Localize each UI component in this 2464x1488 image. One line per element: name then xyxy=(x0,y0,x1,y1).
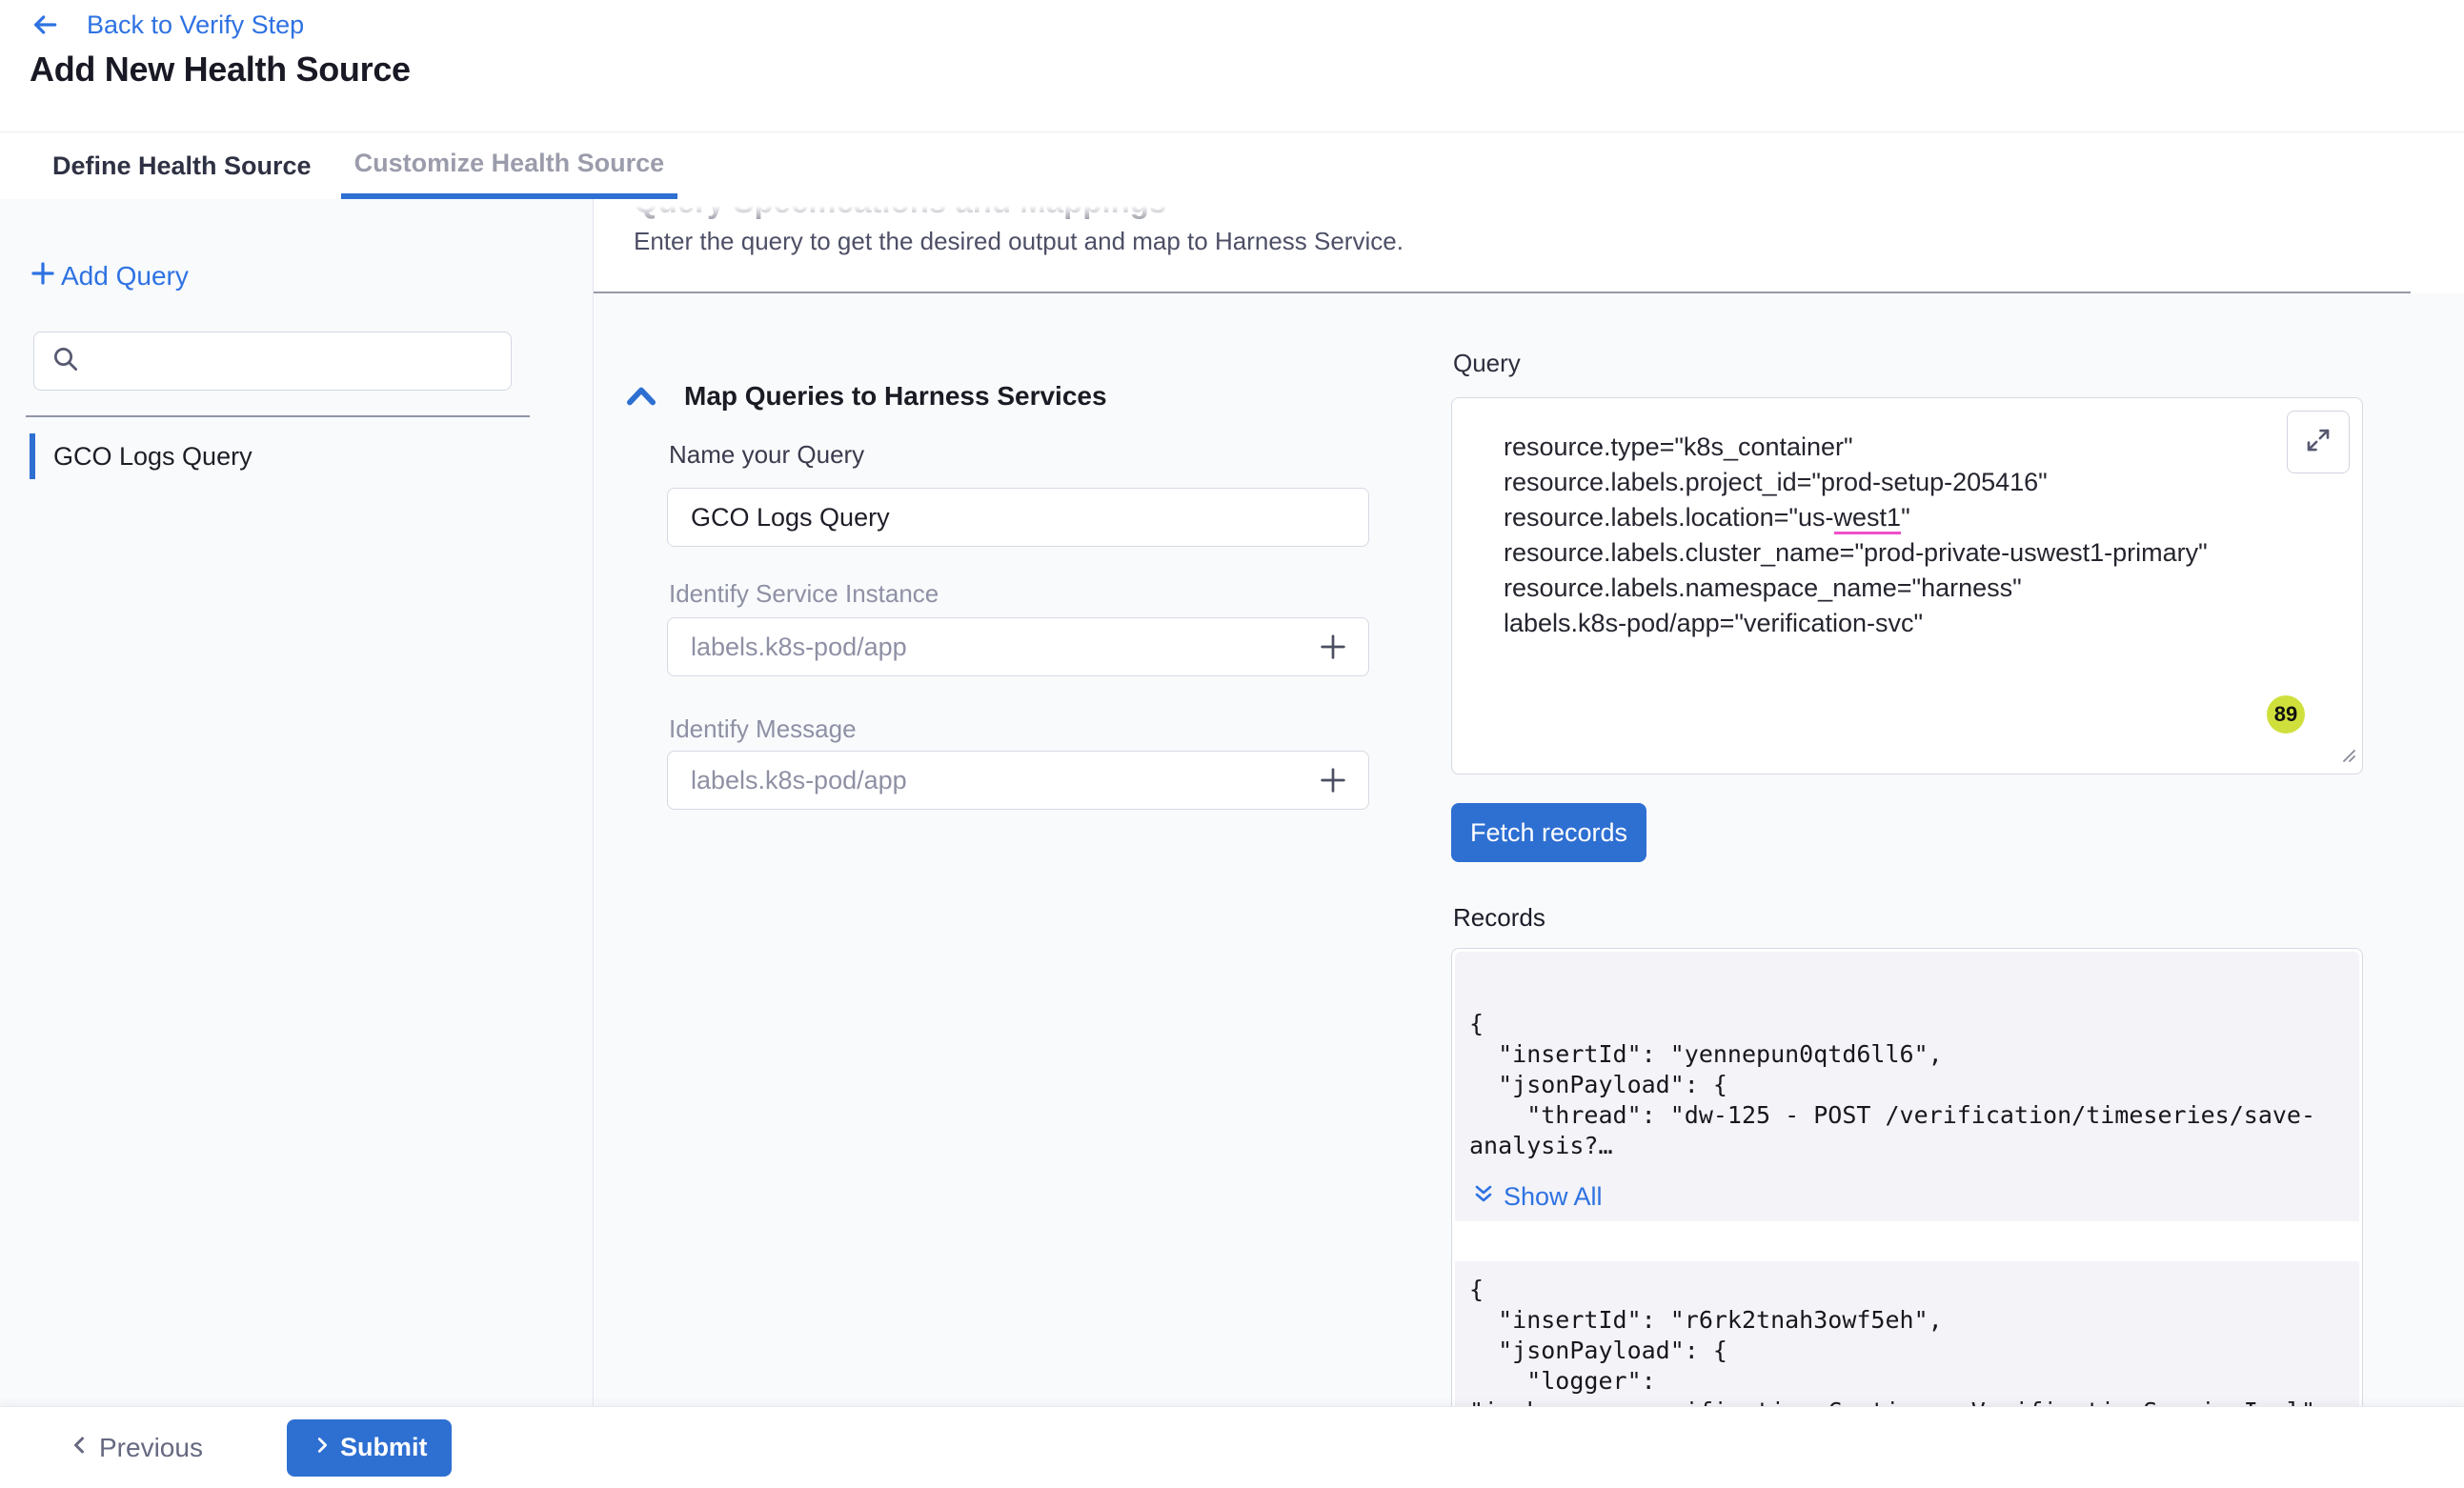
fetch-records-button[interactable]: Fetch records xyxy=(1451,803,1646,862)
submit-button[interactable]: Submit xyxy=(287,1419,453,1477)
map-queries-panel-title: Map Queries to Harness Services xyxy=(684,381,1107,412)
char-count-badge: 89 xyxy=(2267,695,2305,734)
back-link[interactable]: Back to Verify Step xyxy=(30,10,304,40)
wizard-footer: Previous Submit xyxy=(0,1406,2464,1488)
query-sidebar: Add Query GCO Logs Query xyxy=(0,199,594,1406)
show-all-link[interactable]: Show All xyxy=(1472,1182,2346,1212)
sidebar-divider xyxy=(26,415,530,417)
chevron-right-icon xyxy=(312,1435,333,1460)
query-line: resource.labels.cluster_name="prod-priva… xyxy=(1504,535,2267,571)
tab-bar: Define Health Source Customize Health So… xyxy=(0,131,2464,199)
add-health-source-page: Query Specifications and Mappings Enter … xyxy=(0,0,2464,1488)
service-instance-input[interactable]: labels.k8s-pod/app xyxy=(667,617,1369,676)
query-name-input[interactable]: GCO Logs Query xyxy=(667,488,1369,547)
page-header: Back to Verify Step Add New Health Sourc… xyxy=(0,0,2464,131)
fullscreen-icon xyxy=(2304,426,2333,459)
submit-label: Submit xyxy=(340,1433,428,1462)
query-text: resource.type="k8s_container" resource.l… xyxy=(1504,430,2267,641)
back-link-label: Back to Verify Step xyxy=(87,10,304,40)
record-json-line: "jsonPayload": { xyxy=(1469,1336,2346,1366)
double-chevron-down-icon xyxy=(1472,1183,1495,1211)
records-panel: { "insertId": "yennepun0qtd6ll6", "jsonP… xyxy=(1451,948,2363,1481)
record-json-line: "insertId": "yennepun0qtd6ll6", xyxy=(1469,1039,2346,1070)
query-name-value: GCO Logs Query xyxy=(691,503,1349,533)
fetch-records-label: Fetch records xyxy=(1470,818,1627,848)
expand-query-button[interactable] xyxy=(2287,411,2350,473)
plus-icon xyxy=(29,259,57,292)
query-label: Query xyxy=(1453,349,1521,378)
record-json-line: "logger": xyxy=(1469,1366,2346,1397)
page-title: Add New Health Source xyxy=(30,50,411,90)
previous-button[interactable]: Previous xyxy=(69,1433,203,1463)
query-line: resource.labels.namespace_name="harness" xyxy=(1504,571,2267,606)
query-line: labels.k8s-pod/app="verification-svc" xyxy=(1504,606,2267,641)
section-divider xyxy=(594,292,2411,293)
resize-handle[interactable] xyxy=(2335,742,2358,770)
query-textarea[interactable]: resource.type="k8s_container" resource.l… xyxy=(1451,397,2363,774)
selected-indicator-bar xyxy=(30,433,35,479)
record-json-line: "insertId": "r6rk2tnah3owf5eh", xyxy=(1469,1305,2346,1336)
chevron-left-icon xyxy=(69,1434,91,1461)
query-line-with-spellcheck: resource.labels.location="us-west1" xyxy=(1504,500,2267,535)
tab-define-health-source[interactable]: Define Health Source xyxy=(39,132,325,199)
record-json-line: "thread": "dw-125 - POST /verification/t… xyxy=(1469,1100,2346,1131)
tab-customize-health-source[interactable]: Customize Health Source xyxy=(341,132,678,199)
query-line: resource.labels.project_id="prod-setup-2… xyxy=(1504,465,2267,500)
add-service-instance-plus-icon[interactable] xyxy=(1317,631,1349,663)
record-json-line: analysis?… xyxy=(1469,1131,2346,1161)
service-instance-label: Identify Service Instance xyxy=(669,579,939,609)
add-query-label: Add Query xyxy=(61,261,189,292)
add-message-plus-icon[interactable] xyxy=(1317,764,1349,796)
identify-message-value: labels.k8s-pod/app xyxy=(691,766,1317,795)
records-label: Records xyxy=(1453,903,1545,933)
arrow-left-icon xyxy=(30,10,60,40)
sidebar-item-gco-logs-query[interactable]: GCO Logs Query xyxy=(30,433,252,479)
identify-message-input[interactable]: labels.k8s-pod/app xyxy=(667,751,1369,810)
record-json-line: "jsonPayload": { xyxy=(1469,1070,2346,1100)
show-all-label: Show All xyxy=(1504,1182,1603,1212)
scroll-fade-overlay xyxy=(595,199,2464,231)
spellcheck-underline: west1 xyxy=(1834,503,1902,534)
search-input[interactable] xyxy=(91,347,501,376)
previous-label: Previous xyxy=(99,1433,203,1463)
record-item[interactable]: { "insertId": "r6rk2tnah3owf5eh", "jsonP… xyxy=(1455,1261,2359,1414)
collapse-chevron-up-icon[interactable] xyxy=(625,383,657,414)
record-item[interactable]: { "insertId": "yennepun0qtd6ll6", "jsonP… xyxy=(1455,952,2359,1221)
sidebar-item-label: GCO Logs Query xyxy=(53,442,252,472)
search-icon xyxy=(51,345,80,378)
query-line: resource.type="k8s_container" xyxy=(1504,430,2267,465)
record-json-line: { xyxy=(1469,1275,2346,1305)
name-query-label: Name your Query xyxy=(669,440,864,470)
identify-message-label: Identify Message xyxy=(669,714,857,744)
record-json-line: { xyxy=(1469,1009,2346,1039)
service-instance-value: labels.k8s-pod/app xyxy=(691,633,1317,662)
query-search-box[interactable] xyxy=(33,332,512,391)
add-query-button[interactable]: Add Query xyxy=(29,259,189,292)
